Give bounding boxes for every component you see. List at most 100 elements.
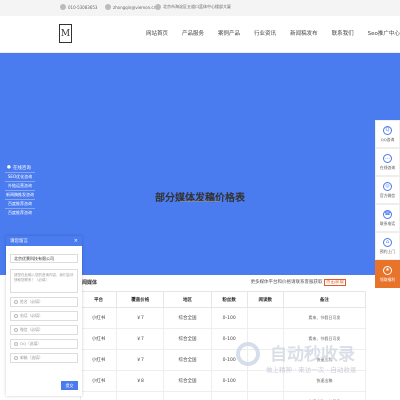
tool-wechat[interactable]: ◎ 官方微信 <box>375 176 400 204</box>
nav-products[interactable]: 产品服务 <box>182 16 204 53</box>
watermark-subtext: 做上精神 · 来访一次 · 自动收录 <box>266 366 357 374</box>
cell-reads <box>246 391 284 400</box>
watermark: 自动秒收录 做上精神 · 来访一次 · 自动收录 <box>230 338 400 388</box>
table-row[interactable]: 快速出稿，节假日 <box>79 391 367 400</box>
email-field[interactable]: 邮箱（选填） <box>10 353 78 363</box>
cell-price: ￥8 <box>116 370 165 392</box>
watermark-text: 自动秒收录 <box>270 345 355 365</box>
cell-remark: 快速出稿，节假日 <box>282 391 367 400</box>
service-links[interactable]: 外链运营咨询 <box>5 181 35 190</box>
close-icon[interactable]: × <box>74 238 78 244</box>
cell-region: 综合全国 <box>163 328 212 350</box>
chat-icon: ● <box>7 165 11 170</box>
tool-label: 联系电话 <box>379 220 396 226</box>
col-region: 地区 <box>163 291 212 308</box>
watermark-logo-icon <box>236 342 260 366</box>
table-header-row: 平台 覆盖价格 地区 粉丝数 阅读数 备注 <box>79 291 367 308</box>
page: { "topbar": { "phone": "010-53083653", "… <box>0 0 400 400</box>
location-icon <box>155 4 161 10</box>
cell-fans: 0-100 <box>210 307 248 329</box>
media-category-tab[interactable]: 闻媒体 <box>82 279 97 286</box>
title-divider <box>180 201 220 202</box>
cell-price: ￥7 <box>116 328 165 350</box>
email-info: zhongqin@viemon.cn <box>105 4 156 10</box>
tool-label: 在线咨询 <box>379 164 396 170</box>
phone-field[interactable]: 电话（必填） <box>10 311 78 321</box>
phone-info: 010-53083653 <box>60 4 97 10</box>
cell-reads <box>246 307 284 329</box>
phone-icon <box>14 314 18 318</box>
tool-qq[interactable]: Q QQ咨询 <box>375 120 400 148</box>
tool-label: 官方微信 <box>379 192 396 198</box>
message-textarea[interactable]: 请您在此输入您的咨询内容，我们会尽快和您联系！（必填） <box>10 269 78 293</box>
qq-field[interactable]: QQ（选填） <box>10 339 78 349</box>
nav-news[interactable]: 行业资讯 <box>254 16 276 53</box>
wechat-placeholder: 微信（必填） <box>20 327 43 332</box>
title-accent <box>197 203 203 205</box>
cell-platform: 小红书 <box>79 370 118 392</box>
gift-icon: ★ <box>383 265 392 275</box>
cell-platform: 小红书 <box>79 328 118 350</box>
table-row[interactable]: 小红书 ￥7 综合全国 0-100 素来、节假日可发 <box>79 307 367 329</box>
tool-label: QQ咨询 <box>380 136 395 142</box>
get-more-link[interactable]: 点击获取 <box>324 279 346 286</box>
nav-cases[interactable]: 案例产品 <box>218 16 240 53</box>
chat-icon: … <box>383 153 392 163</box>
cell-platform <box>79 391 118 400</box>
address-text: 北京市海淀区五道口蓝体中心楼部大厦 <box>163 4 231 9</box>
tool-visit[interactable]: ⌂ 预约上门 <box>375 232 400 260</box>
col-price: 覆盖价格 <box>116 291 165 308</box>
cell-region: 综合全国 <box>163 370 212 392</box>
qq-placeholder: QQ（选填） <box>20 341 42 346</box>
phone-placeholder: 电话（必填） <box>20 313 43 318</box>
consult-title: 请您留言 <box>10 239 28 244</box>
cell-region: 综合全国 <box>163 349 212 371</box>
main-nav: 网站首页 产品服务 案例产品 行业资讯 新闻稿发布 联系我们 Seo推广中心 <box>146 16 400 53</box>
cell-fans <box>210 391 248 400</box>
nav-home[interactable]: 网站首页 <box>146 16 168 53</box>
phone-icon: ☎ <box>383 209 392 219</box>
tool-gift[interactable]: ★ 领取福利 <box>375 260 400 288</box>
mail-icon <box>14 356 18 360</box>
cell-price: ￥7 <box>116 349 165 371</box>
site-logo[interactable]: M <box>59 24 72 43</box>
col-reads: 阅读数 <box>246 291 284 308</box>
nav-seo[interactable]: Seo推广中心 <box>368 16 400 53</box>
nav-press[interactable]: 新闻稿发布 <box>290 16 318 53</box>
consult-header: 请您留言 × <box>6 236 82 246</box>
service-baidu-2[interactable]: 百度推荐咨询 <box>5 208 35 217</box>
wechat-icon: ◎ <box>383 181 392 191</box>
service-seo[interactable]: SEO优化咨询 <box>5 172 35 181</box>
service-baidu-1[interactable]: 百度推荐咨询 <box>5 199 35 208</box>
name-field[interactable]: 姓名（必填） <box>10 297 78 307</box>
phone-icon <box>60 4 66 10</box>
mail-icon <box>105 4 111 10</box>
service-press[interactable]: 新闻稿推发咨询 <box>5 190 35 199</box>
cell-region <box>163 391 212 400</box>
consult-form: 请您留言 × 北京优景科技有限公司 请您在此输入您的咨询内容，我们会尽快和您联系… <box>6 236 82 396</box>
tool-chat[interactable]: … 在线咨询 <box>375 148 400 176</box>
col-platform: 平台 <box>79 291 118 308</box>
wechat-icon <box>14 328 18 332</box>
tool-label: 预约上门 <box>379 248 396 254</box>
submit-button[interactable]: 提交 <box>61 381 78 390</box>
name-placeholder: 姓名（必填） <box>20 299 43 304</box>
email-placeholder: 邮箱（选填） <box>20 355 43 360</box>
top-info-bar: 010-53083653 zhongqin@viemon.cn 北京市海淀区五道… <box>0 0 400 16</box>
tool-phone[interactable]: ☎ 联系电话 <box>375 204 400 232</box>
cell-price <box>116 391 165 400</box>
online-service-title: ● 在线咨询 <box>5 163 35 172</box>
cell-price: ￥7 <box>116 307 165 329</box>
more-info: 更多媒体平台和价格请联系客服获取 点击获取 <box>250 279 346 286</box>
qq-icon <box>14 342 18 346</box>
wechat-field[interactable]: 微信（必填） <box>10 325 78 335</box>
right-toolbar: Q QQ咨询 … 在线咨询 ◎ 官方微信 ☎ 联系电话 ⌂ 预约上门 ★ 领取福… <box>375 120 400 288</box>
more-text: 更多媒体平台和价格请联系客服获取 <box>250 280 323 285</box>
col-remark: 备注 <box>282 291 367 308</box>
price-subbar: 闻媒体 更多媒体平台和价格请联系客服获取 点击获取 <box>60 279 346 289</box>
phone-text: 010-53083653 <box>68 4 98 10</box>
cell-remark: 素来、节假日可发 <box>282 307 367 329</box>
tool-label: 领取福利 <box>379 276 396 282</box>
nav-contact[interactable]: 联系我们 <box>332 16 354 53</box>
location-icon: ⌂ <box>383 237 392 247</box>
